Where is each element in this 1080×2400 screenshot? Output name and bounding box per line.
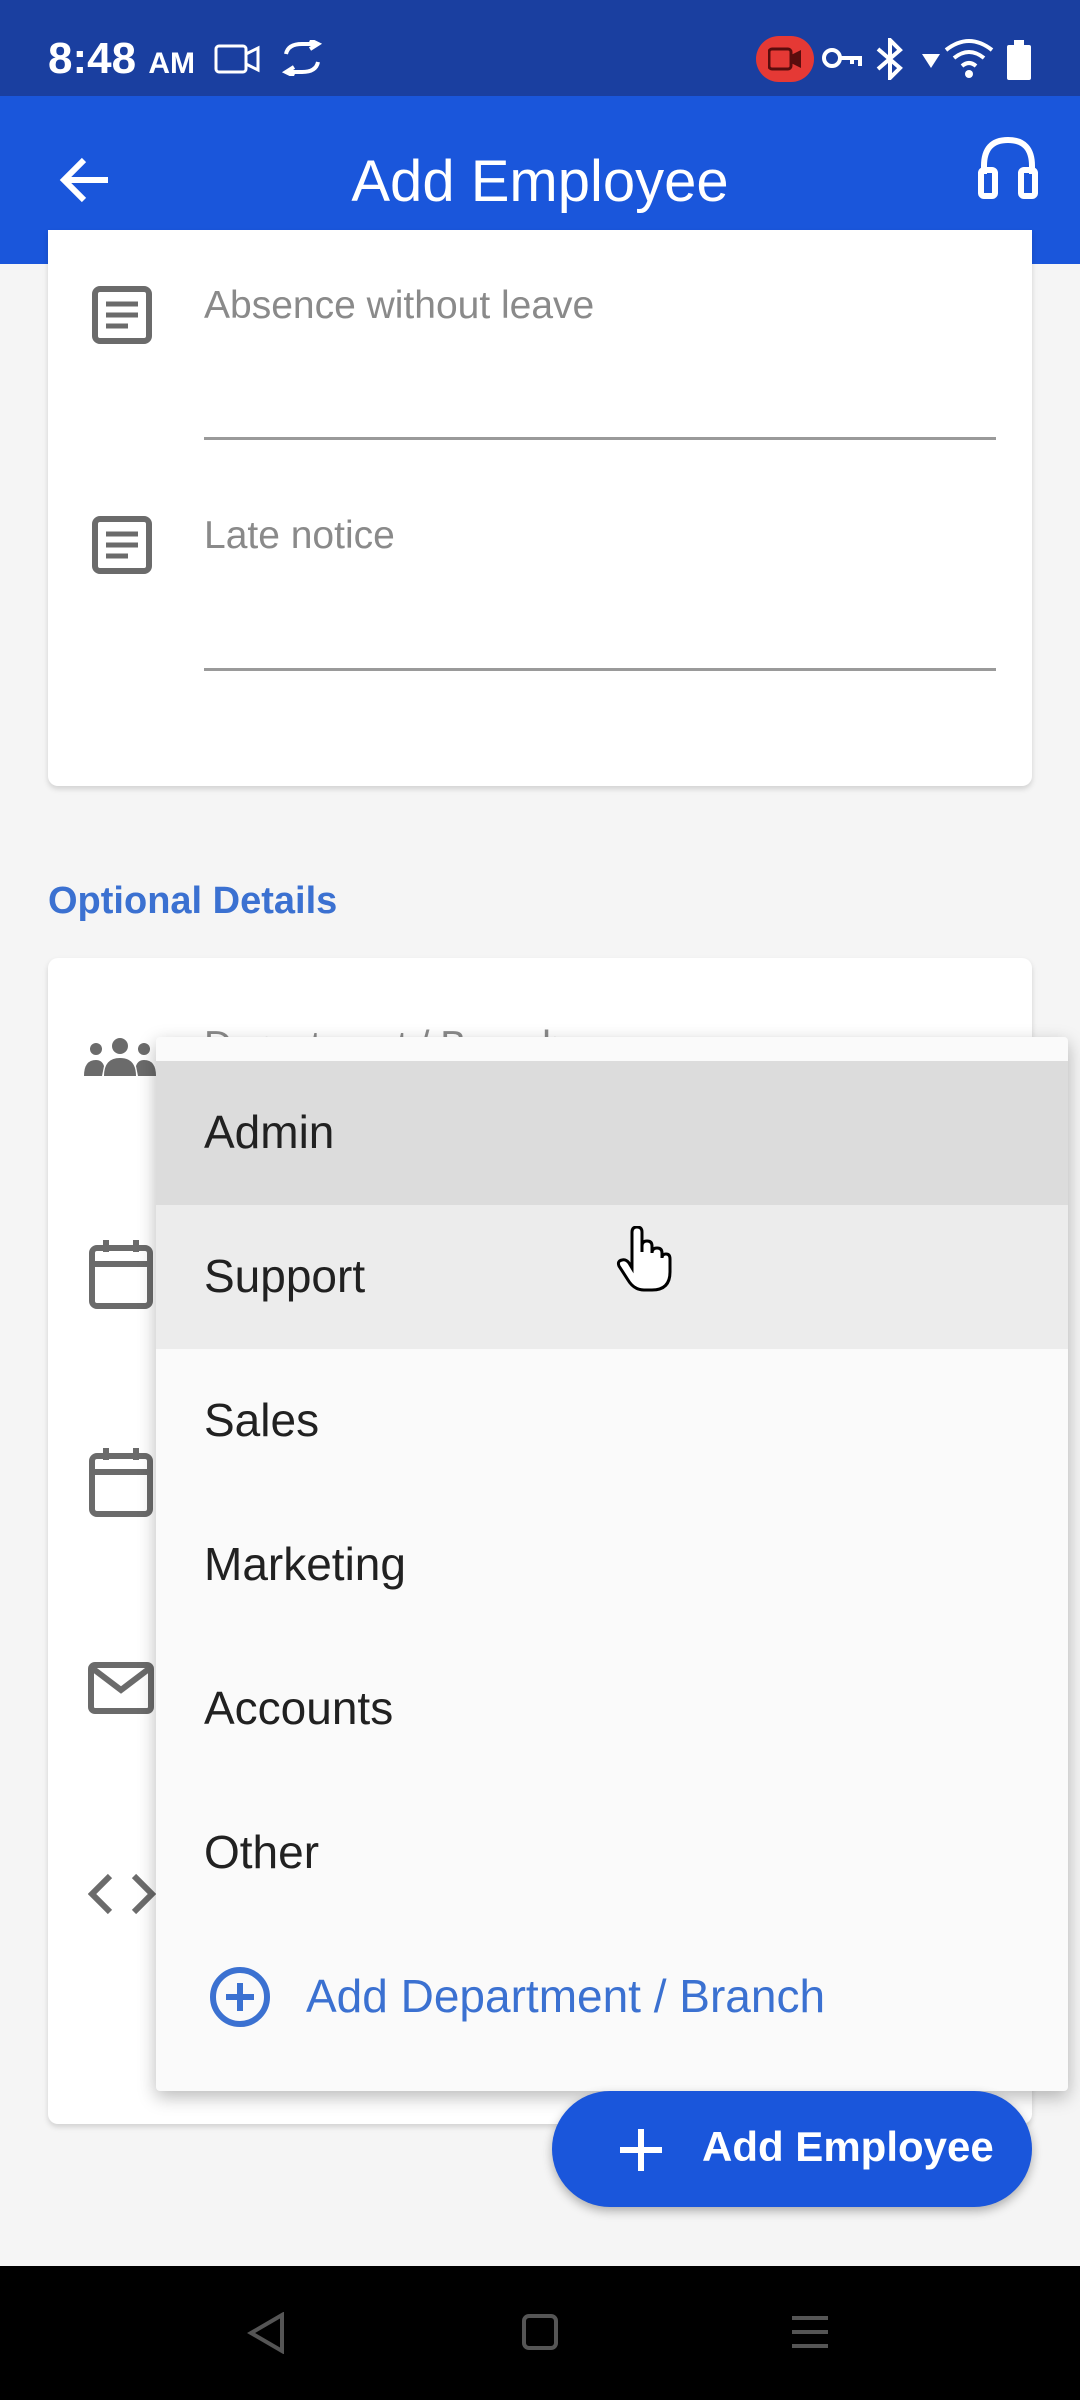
status-bar: 8:48 AM [0,0,1080,96]
page-title: Add Employee [351,149,729,214]
vpn-key-icon [822,48,862,68]
add-employee-label: Add Employee [702,2123,994,2170]
add-circle-icon [210,1967,270,2027]
dropdown-item-admin[interactable]: Admin [156,1061,1068,1205]
data-arrow-icon [922,54,940,68]
code-icon [88,1873,156,1915]
notes-icon [92,286,152,344]
dropdown-item-marketing[interactable]: Marketing [156,1493,1068,1637]
add-employee-button[interactable]: Add Employee [552,2091,1032,2207]
group-icon [84,1038,156,1076]
notes-icon [92,516,152,574]
bluetooth-icon [876,38,903,80]
headset-icon[interactable] [978,136,1038,200]
home-nav-icon[interactable] [522,2314,558,2350]
dropdown-item-accounts[interactable]: Accounts [156,1637,1068,1781]
wifi-icon [944,39,994,78]
late-notice-field[interactable]: Late notice [204,514,395,558]
menu-nav-icon[interactable] [790,2314,830,2350]
plus-icon [620,2129,662,2171]
dropdown-item-other[interactable]: Other [156,1781,1068,1925]
dropdown-item-sales[interactable]: Sales [156,1349,1068,1493]
department-field[interactable]: Department / Branch [204,1024,564,1038]
absence-field-underline [204,437,996,440]
sync-icon [281,40,323,76]
mail-icon [88,1662,154,1714]
dropdown-item-support[interactable]: Support [156,1205,1068,1349]
battery-icon [1007,40,1031,80]
back-nav-icon[interactable] [246,2312,286,2354]
absence-field[interactable]: Absence without leave [204,284,594,328]
hand-cursor-icon [616,1226,672,1292]
add-department-button[interactable]: Add Department / Branch [156,1925,1068,2069]
department-dropdown: Admin Support Sales Marketing Accounts O… [156,1037,1068,2091]
section-title: Optional Details [48,880,338,922]
system-nav-bar [0,2266,1080,2400]
calendar-icon [89,1448,153,1517]
status-time: 8:48 AM [48,34,195,83]
calendar-icon [89,1240,153,1309]
screen-record-icon [214,44,260,74]
late-notice-field-underline [204,668,996,671]
recording-indicator-icon [756,36,814,82]
